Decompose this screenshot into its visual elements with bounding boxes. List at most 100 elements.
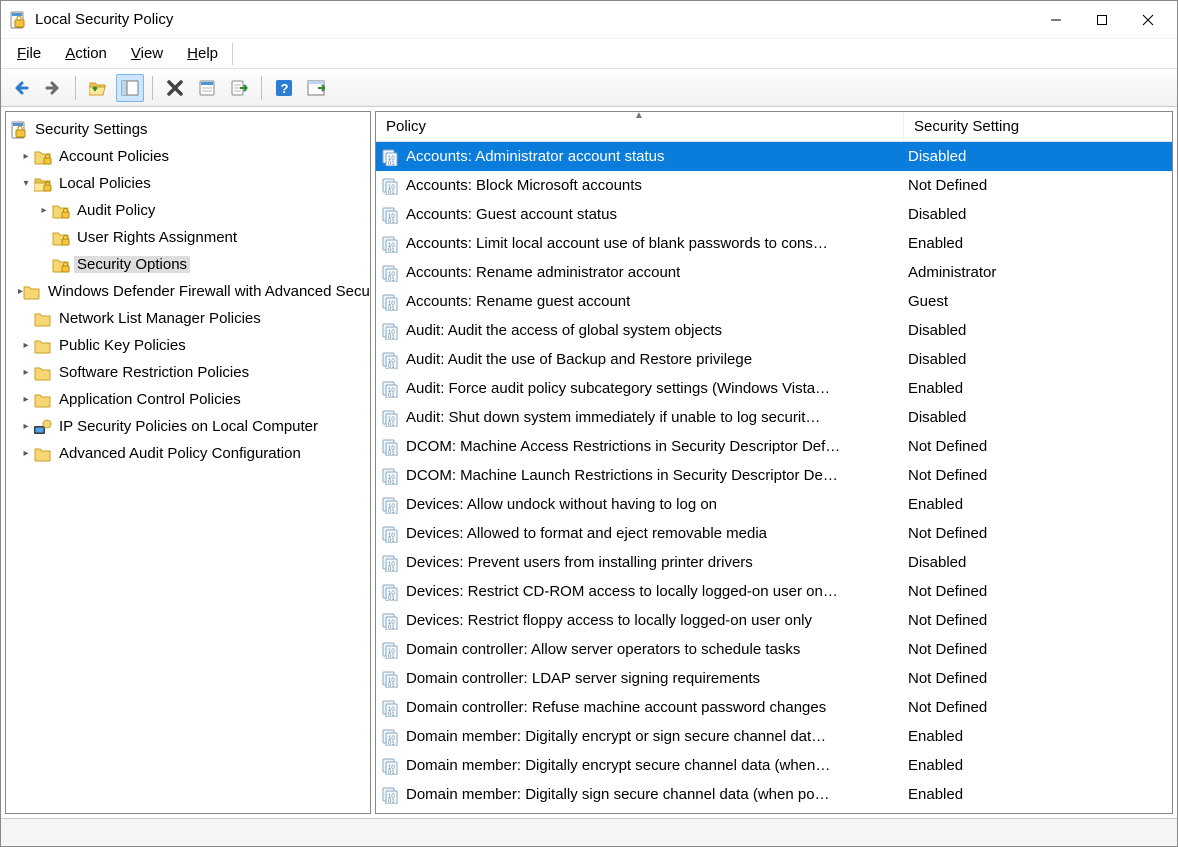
tree-node[interactable]: ▸Account Policies — [6, 143, 370, 170]
tree-node[interactable]: ▸ IP Security Policies on Local Computer — [6, 413, 370, 440]
policy-row[interactable]: Domain controller: Allow server operator… — [376, 635, 1172, 664]
policy-row[interactable]: Audit: Force audit policy subcategory se… — [376, 374, 1172, 403]
ipsec-icon — [34, 418, 52, 436]
properties-button[interactable] — [193, 74, 221, 102]
policy-name: Devices: Allow undock without having to … — [406, 496, 717, 513]
tree-expander-icon[interactable]: ▸ — [18, 151, 34, 162]
toolbar — [1, 69, 1177, 107]
policy-row[interactable]: Devices: Restrict floppy access to local… — [376, 606, 1172, 635]
tree-node[interactable]: ▾Local Policies — [6, 170, 370, 197]
policy-row[interactable]: Devices: Prevent users from installing p… — [376, 548, 1172, 577]
tree-expander-icon[interactable]: ▸ — [36, 205, 52, 216]
closed-folder-lock-icon — [52, 229, 70, 247]
back-button[interactable] — [7, 74, 35, 102]
menubar: File Action View Help — [1, 39, 1177, 69]
policy-row[interactable]: Domain member: Digitally encrypt or sign… — [376, 722, 1172, 751]
close-button[interactable] — [1125, 5, 1171, 35]
tree-node[interactable]: Network List Manager Policies — [6, 305, 370, 332]
policy-setting: Not Defined — [904, 525, 1172, 542]
policy-name: Domain member: Digitally sign secure cha… — [406, 786, 830, 803]
tree-expander-icon[interactable]: ▸ — [18, 340, 34, 351]
tree-node[interactable]: ▸Audit Policy — [6, 197, 370, 224]
policy-setting: Enabled — [904, 728, 1172, 745]
policy-setting: Not Defined — [904, 699, 1172, 716]
menu-file[interactable]: File — [7, 43, 51, 64]
menu-view[interactable]: View — [121, 43, 173, 64]
sort-indicator-icon: ▲ — [634, 110, 644, 121]
policy-item-icon — [382, 728, 400, 746]
policy-row[interactable]: Accounts: Rename guest accountGuest — [376, 287, 1172, 316]
toolbar-separator — [152, 76, 153, 100]
policy-name: Accounts: Rename administrator account — [406, 264, 680, 281]
minimize-button[interactable] — [1033, 5, 1079, 35]
menu-help[interactable]: Help — [177, 43, 228, 64]
tree-node-label: Security Settings — [32, 121, 151, 138]
policy-name: Devices: Allowed to format and eject rem… — [406, 525, 767, 542]
up-folder-button[interactable] — [84, 74, 112, 102]
policy-item-icon — [382, 264, 400, 282]
policy-row[interactable]: Domain member: Digitally encrypt secure … — [376, 751, 1172, 780]
open-folder-lock-icon — [34, 175, 52, 193]
policy-row[interactable]: Domain controller: LDAP server signing r… — [376, 664, 1172, 693]
maximize-button[interactable] — [1079, 5, 1125, 35]
tree-expander-icon[interactable]: ▸ — [18, 448, 34, 459]
forward-button[interactable] — [39, 74, 67, 102]
policy-name: Accounts: Rename guest account — [406, 293, 630, 310]
policy-row[interactable]: Accounts: Guest account statusDisabled — [376, 200, 1172, 229]
tree-node[interactable]: ▸Software Restriction Policies — [6, 359, 370, 386]
menu-action[interactable]: Action — [55, 43, 117, 64]
policy-row[interactable]: Devices: Allow undock without having to … — [376, 490, 1172, 519]
delete-icon — [166, 79, 184, 97]
list-rows[interactable]: Accounts: Administrator account status Di… — [376, 142, 1172, 813]
export-list-button[interactable] — [225, 74, 253, 102]
tree-root[interactable]: Security Settings — [6, 116, 370, 143]
closed-folder-icon — [23, 283, 41, 301]
policy-row[interactable]: Accounts: Rename administrator account Ad… — [376, 258, 1172, 287]
policy-row[interactable]: Devices: Allowed to format and eject rem… — [376, 519, 1172, 548]
policy-row[interactable]: DCOM: Machine Launch Restrictions in Sec… — [376, 461, 1172, 490]
tree-node-label: Windows Defender Firewall with Advanced … — [45, 283, 371, 300]
menubar-separator — [232, 43, 233, 65]
policy-item-icon — [382, 554, 400, 572]
app-window: Local Security Policy File Action View H… — [0, 0, 1178, 847]
policy-row[interactable]: Audit: Audit the use of Backup and Resto… — [376, 345, 1172, 374]
delete-button[interactable] — [161, 74, 189, 102]
tree-expander-icon[interactable]: ▸ — [18, 421, 34, 432]
tree-node[interactable]: ▸Application Control Policies — [6, 386, 370, 413]
closed-folder-lock-icon — [34, 148, 52, 166]
tree-expander-icon[interactable]: ▸ — [18, 367, 34, 378]
policy-templates-button[interactable] — [302, 74, 330, 102]
tree-node-label: IP Security Policies on Local Computer — [56, 418, 321, 435]
tree-node[interactable]: User Rights Assignment — [6, 224, 370, 251]
policy-row[interactable]: Audit: Audit the access of global system… — [376, 316, 1172, 345]
tree-node[interactable]: Security Options — [6, 251, 370, 278]
export-list-icon — [230, 79, 248, 97]
tree-node[interactable]: ▸Windows Defender Firewall with Advanced… — [6, 278, 370, 305]
column-header-setting[interactable]: Security Setting — [904, 112, 1172, 141]
tree-expander-icon[interactable]: ▾ — [18, 178, 34, 189]
show-hide-tree-button[interactable] — [116, 74, 144, 102]
tree-node-label: Security Options — [74, 256, 190, 273]
policy-setting: Disabled — [904, 148, 1172, 165]
main-pane: Security Settings ▸Account Policies▾Local… — [1, 107, 1177, 818]
policy-row[interactable]: Audit: Shut down system immediately if u… — [376, 403, 1172, 432]
policy-row[interactable]: Devices: Restrict CD-ROM access to local… — [376, 577, 1172, 606]
policy-item-icon — [382, 438, 400, 456]
tree-node[interactable]: ▸Public Key Policies — [6, 332, 370, 359]
closed-folder-icon — [34, 364, 52, 382]
policy-row[interactable]: Accounts: Limit local account use of bla… — [376, 229, 1172, 258]
back-icon — [12, 79, 30, 97]
policy-row[interactable]: Domain controller: Refuse machine accoun… — [376, 693, 1172, 722]
tree-expander-icon[interactable]: ▸ — [18, 394, 34, 405]
policy-item-icon — [382, 409, 400, 427]
tree-view[interactable]: Security Settings ▸Account Policies▾Local… — [5, 111, 371, 814]
policy-row[interactable]: Accounts: Block Microsoft accountsNot De… — [376, 171, 1172, 200]
policy-row[interactable]: Domain member: Digitally sign secure cha… — [376, 780, 1172, 809]
policy-row[interactable]: Accounts: Administrator account status Di… — [376, 142, 1172, 171]
help-button[interactable] — [270, 74, 298, 102]
policy-row[interactable]: DCOM: Machine Access Restrictions in Sec… — [376, 432, 1172, 461]
policy-setting: Administrator — [904, 264, 1172, 281]
tree-node[interactable]: ▸Advanced Audit Policy Configuration — [6, 440, 370, 467]
policy-name: Accounts: Administrator account status — [406, 148, 664, 165]
policy-setting: Not Defined — [904, 177, 1172, 194]
